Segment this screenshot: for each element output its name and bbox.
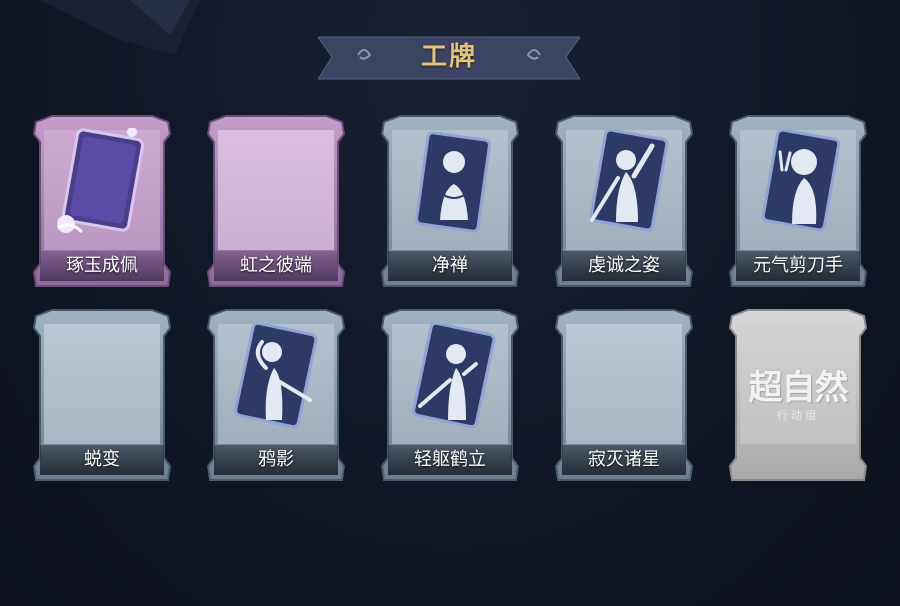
badge-name: 虔诚之姿 [562,251,686,281]
badge-card-2[interactable]: 虹之彼端 [204,114,348,290]
badge-card-6[interactable]: 蜕变 [30,308,174,484]
badge-card-1[interactable]: 琢玉成佩 [30,114,174,290]
badge-card-3[interactable]: 净禅 [378,114,522,290]
badge-name: 寂灭诸星 [562,445,686,475]
badge-name: 轻躯鹤立 [388,445,512,475]
raised-arm-silhouette-card-icon [589,130,669,232]
badge-card-10[interactable]: 超自然 行动组 [726,308,870,484]
badge-name: 虹之彼端 [214,251,338,281]
badge-card-7[interactable]: 鸦影 [204,308,348,484]
meditation-silhouette-card-icon [415,132,491,233]
badge-name: 净禅 [388,251,512,281]
badge-name: 元气剪刀手 [736,251,860,281]
badge-card-9[interactable]: 寂灭诸星 [552,308,696,484]
peace-sign-silhouette-card-icon [761,130,841,232]
corner-ornament [40,0,200,55]
badge-name: 鸦影 [214,445,338,475]
pose-silhouette-card-icon [234,324,318,429]
badge-name: 蜕变 [40,445,164,475]
badge-card-4[interactable]: 虔诚之姿 [552,114,696,290]
event-logo-title: 超自然 [748,368,849,408]
ornate-card-icon [57,128,145,234]
event-logo-subtitle: 行动组 [777,409,819,422]
page-title: 工牌 [420,42,477,72]
badge-card-8[interactable]: 轻躯鹤立 [378,308,522,484]
badge-card-5[interactable]: 元气剪刀手 [726,114,870,290]
badge-collection-screen: 工牌 琢玉成佩 虹之彼端 净禅 虔诚之姿 元气剪刀手 蜕变 鸦影 轻躯鹤立 寂灭… [0,0,900,606]
title-banner: 工牌 [318,33,580,81]
event-logo-icon: 超自然 行动组 [738,346,858,436]
badge-name: 琢玉成佩 [40,251,164,281]
crane-pose-silhouette-card-icon [412,324,496,429]
